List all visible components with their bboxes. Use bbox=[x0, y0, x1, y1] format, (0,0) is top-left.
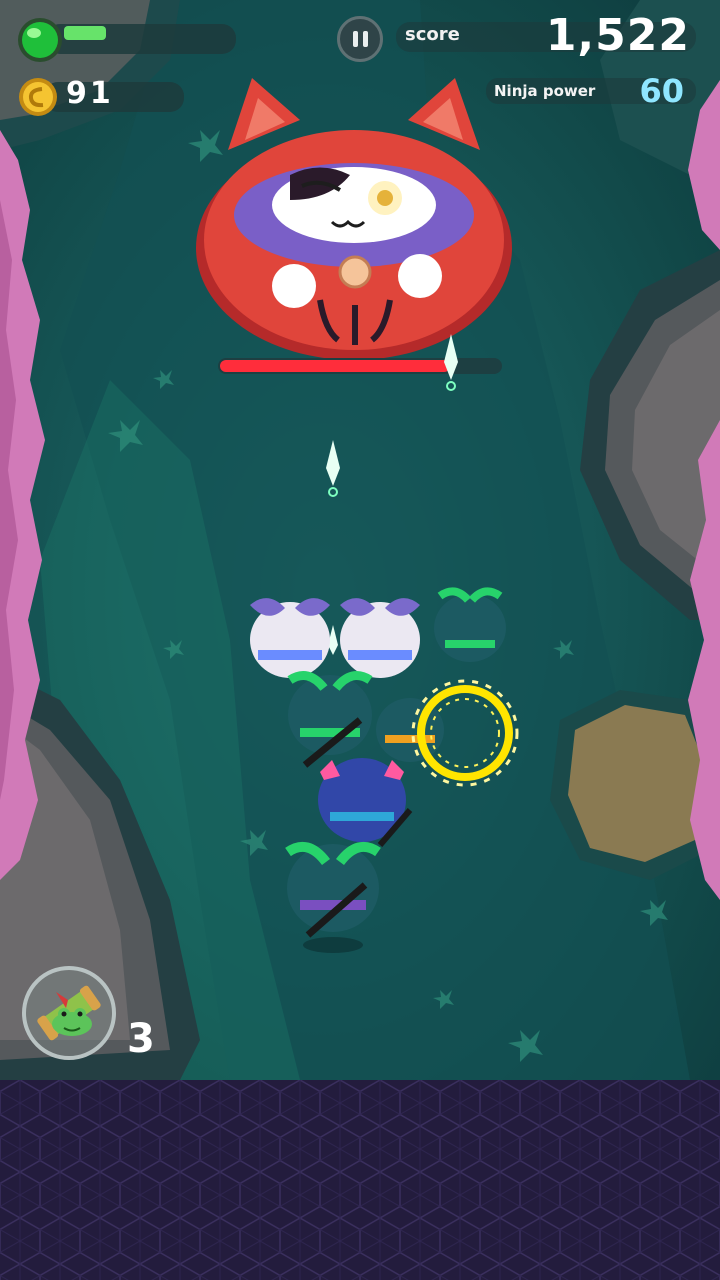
frog-scroll-item-button[interactable] bbox=[22, 966, 116, 1060]
score-value: 1,522 bbox=[545, 10, 690, 61]
player-health bbox=[18, 18, 236, 62]
pause-button[interactable] bbox=[337, 16, 383, 62]
coin-count: 91 bbox=[66, 76, 114, 111]
game-area[interactable]: 91 score 1,522 Ninja power 60 3 bbox=[0, 0, 720, 1080]
ninja-white-2 bbox=[340, 598, 420, 678]
ninja-power-label: Ninja power bbox=[494, 82, 596, 100]
item-count: 3 bbox=[127, 1016, 155, 1062]
boss-health-bar bbox=[218, 358, 502, 374]
pause-icon-bar bbox=[363, 31, 368, 47]
pause-icon bbox=[353, 31, 358, 47]
ninja-power-value: 60 bbox=[639, 72, 684, 110]
score-label: score bbox=[405, 24, 460, 45]
ninja-white-1 bbox=[250, 598, 330, 678]
bottom-pattern-panel bbox=[0, 1080, 720, 1280]
frog-scroll-icon bbox=[37, 985, 101, 1041]
hexagon-pattern bbox=[0, 1080, 720, 1280]
